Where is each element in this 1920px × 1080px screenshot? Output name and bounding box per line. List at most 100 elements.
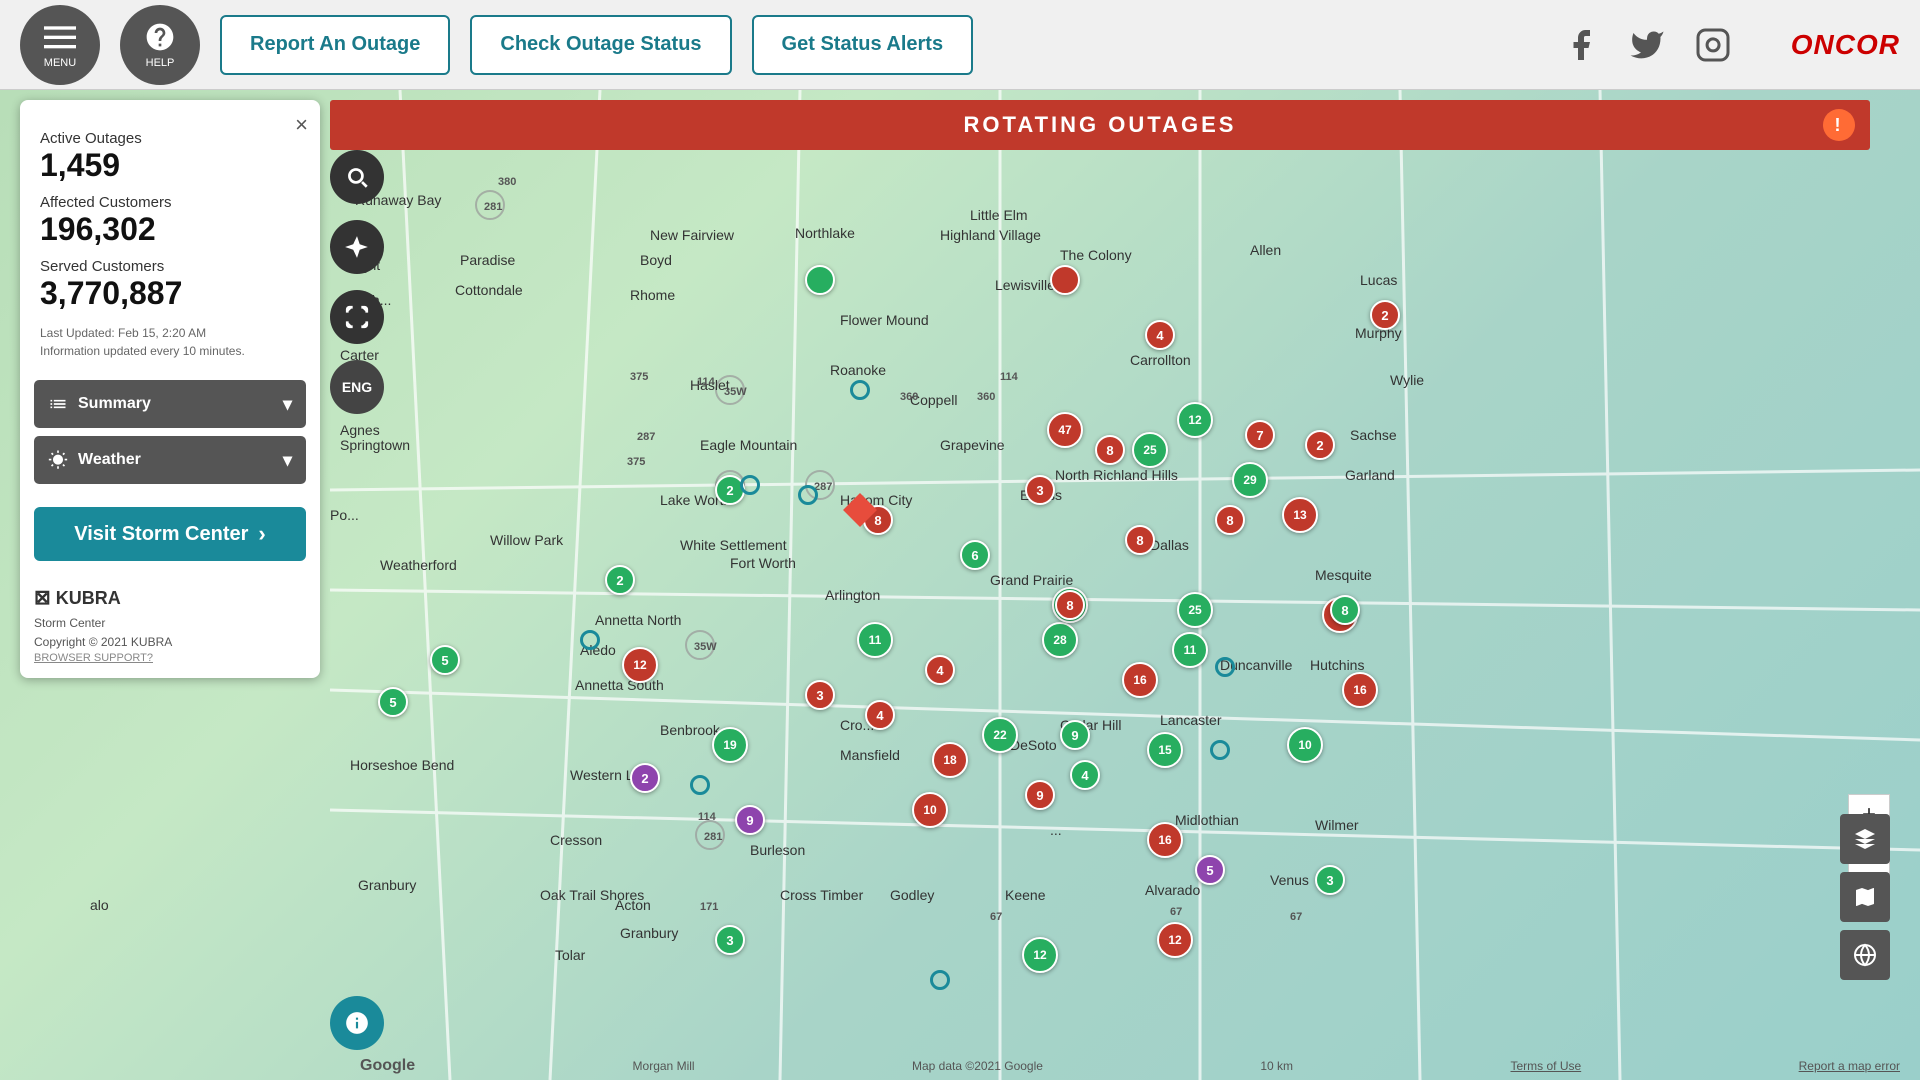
report-map-error-link[interactable]: Report a map error <box>1799 1059 1900 1073</box>
map-marker[interactable]: 3 <box>1315 865 1345 895</box>
map-marker[interactable]: 2 <box>605 565 635 595</box>
map-marker[interactable]: 13 <box>1282 497 1318 533</box>
map-marker[interactable]: 29 <box>1232 462 1268 498</box>
svg-text:Agnes: Agnes <box>340 422 380 438</box>
map-marker[interactable]: 3 <box>1025 475 1055 505</box>
terms-link[interactable]: Terms of Use <box>1511 1059 1582 1073</box>
map-marker[interactable]: 8 <box>1330 595 1360 625</box>
copyright-text: Copyright © 2021 KUBRA <box>34 635 172 649</box>
map-marker[interactable]: 3 <box>805 680 835 710</box>
menu-button[interactable]: MENU <box>20 5 100 85</box>
map-marker[interactable]: 4 <box>865 700 895 730</box>
svg-text:Northlake: Northlake <box>795 225 855 241</box>
map-marker[interactable]: 8 <box>1055 590 1085 620</box>
check-status-button[interactable]: Check Outage Status <box>470 15 731 75</box>
status-alerts-button[interactable]: Get Status Alerts <box>752 15 974 75</box>
map-marker[interactable]: 12 <box>1177 402 1213 438</box>
map-marker[interactable]: 11 <box>857 622 893 658</box>
svg-text:Wilmer: Wilmer <box>1315 817 1359 833</box>
map-marker[interactable]: 12 <box>1157 922 1193 958</box>
summary-button[interactable]: Summary ▾ <box>34 380 306 428</box>
served-customers-value: 3,770,887 <box>40 275 300 312</box>
map-marker[interactable] <box>805 265 835 295</box>
map-marker[interactable]: 8 <box>1125 525 1155 555</box>
map-marker[interactable]: 15 <box>1147 732 1183 768</box>
map-marker[interactable]: 5 <box>378 687 408 717</box>
map-marker[interactable] <box>1050 265 1080 295</box>
svg-text:67: 67 <box>1170 906 1182 918</box>
map-marker[interactable]: 9 <box>1060 720 1090 750</box>
map-marker[interactable]: 4 <box>1145 320 1175 350</box>
map-marker[interactable] <box>740 475 760 495</box>
browser-support-link[interactable]: BROWSER SUPPORT? <box>34 652 306 664</box>
map-marker[interactable]: 2 <box>630 763 660 793</box>
map-marker[interactable]: 25 <box>1132 432 1168 468</box>
svg-text:Flower Mound: Flower Mound <box>840 312 929 328</box>
map-marker[interactable]: 4 <box>1070 760 1100 790</box>
map-marker[interactable]: 2 <box>1370 300 1400 330</box>
map-marker[interactable]: 9 <box>1025 780 1055 810</box>
map-marker[interactable] <box>930 970 950 990</box>
svg-text:67: 67 <box>990 911 1002 923</box>
facebook-icon[interactable] <box>1563 27 1599 63</box>
map-marker[interactable]: 12 <box>1022 937 1058 973</box>
map-marker[interactable]: 2 <box>1305 430 1335 460</box>
svg-text:...: ... <box>1050 822 1062 838</box>
outage-banner: ROTATING OUTAGES ! <box>330 100 1870 150</box>
map-locate-button[interactable] <box>330 220 384 274</box>
map-expand-button[interactable] <box>330 290 384 344</box>
map-marker[interactable]: 25 <box>1177 592 1213 628</box>
instagram-icon[interactable] <box>1695 27 1731 63</box>
map-marker[interactable]: 4 <box>925 655 955 685</box>
map-marker[interactable]: 5 <box>1195 855 1225 885</box>
svg-text:Allen: Allen <box>1250 242 1281 258</box>
help-button[interactable]: HELP <box>120 5 200 85</box>
map-language-button[interactable]: ENG <box>330 360 384 414</box>
map-marker[interactable]: 47 <box>1047 412 1083 448</box>
map-marker[interactable]: 6 <box>960 540 990 570</box>
map-marker[interactable]: 28 <box>1042 622 1078 658</box>
map-type-button[interactable] <box>1840 872 1890 922</box>
map-marker[interactable]: 10 <box>1287 727 1323 763</box>
map-marker[interactable]: 7 <box>1245 420 1275 450</box>
svg-text:375: 375 <box>627 456 645 468</box>
map-marker[interactable]: 16 <box>1342 672 1378 708</box>
map-marker[interactable] <box>580 630 600 650</box>
sidebar-close-button[interactable]: × <box>295 112 308 138</box>
map-marker[interactable]: 19 <box>712 727 748 763</box>
map-marker[interactable] <box>798 485 818 505</box>
map-marker[interactable]: 16 <box>1122 662 1158 698</box>
map-search-button[interactable] <box>330 150 384 204</box>
map-marker[interactable]: 18 <box>932 742 968 778</box>
summary-chevron: ▾ <box>283 394 292 415</box>
map-marker[interactable] <box>1210 740 1230 760</box>
map-marker[interactable]: 8 <box>1215 505 1245 535</box>
twitter-icon[interactable] <box>1629 27 1665 63</box>
map-marker[interactable]: 22 <box>982 717 1018 753</box>
map-marker[interactable]: 9 <box>735 805 765 835</box>
map-marker[interactable]: 16 <box>1147 822 1183 858</box>
visit-storm-center-button[interactable]: Visit Storm Center › <box>34 507 306 561</box>
svg-text:Garland: Garland <box>1345 467 1395 483</box>
map-marker[interactable]: 5 <box>430 645 460 675</box>
map-info-button[interactable] <box>330 996 384 1050</box>
svg-text:New Fairview: New Fairview <box>650 227 735 243</box>
map-marker[interactable] <box>850 380 870 400</box>
map-marker[interactable] <box>690 775 710 795</box>
alert-icon: ! <box>1823 109 1855 141</box>
svg-text:Sachse: Sachse <box>1350 427 1397 443</box>
map-marker[interactable]: 10 <box>912 792 948 828</box>
map-marker[interactable]: 8 <box>1095 435 1125 465</box>
svg-text:375: 375 <box>630 371 648 383</box>
summary-label: Summary <box>78 395 151 413</box>
globe-button[interactable] <box>1840 930 1890 980</box>
report-outage-button[interactable]: Report An Outage <box>220 15 450 75</box>
weather-button[interactable]: Weather ▾ <box>34 436 306 484</box>
social-links: ONCOR <box>1563 27 1900 63</box>
map-marker[interactable] <box>1215 657 1235 677</box>
kubra-logo: ⊠ KUBRA <box>34 585 306 610</box>
map-marker[interactable]: 11 <box>1172 632 1208 668</box>
map-marker[interactable]: 12 <box>622 647 658 683</box>
layers-button[interactable] <box>1840 814 1890 864</box>
map-marker[interactable]: 3 <box>715 925 745 955</box>
